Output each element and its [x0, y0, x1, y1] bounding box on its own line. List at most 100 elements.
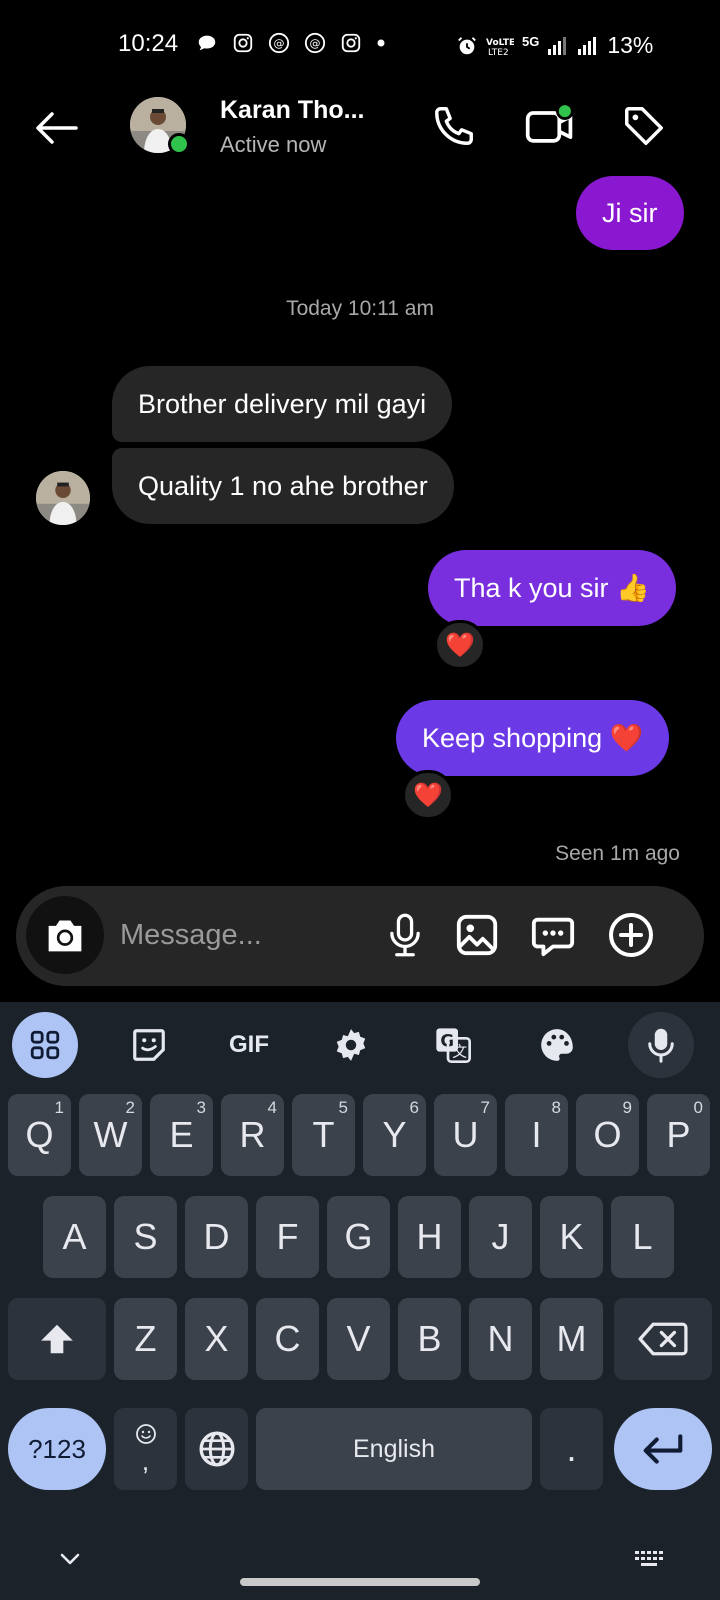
contact-avatar[interactable] — [130, 97, 190, 155]
battery-percent: 13% — [607, 32, 654, 58]
network-type: 5G — [522, 34, 540, 49]
volte-icon: VoLTELTE2 — [486, 38, 514, 57]
symbols-key[interactable]: ?123 — [8, 1408, 106, 1490]
heart-reaction[interactable]: ❤️ — [434, 620, 486, 670]
key-j[interactable]: J — [469, 1196, 532, 1278]
svg-text:VoLTE: VoLTE — [486, 38, 514, 48]
sticker-icon — [133, 1029, 165, 1061]
key-c[interactable]: C — [256, 1298, 319, 1380]
key-e[interactable]: E3 — [150, 1094, 213, 1176]
apps-grid-button[interactable] — [12, 1012, 78, 1078]
video-call-button[interactable] — [522, 98, 578, 154]
shift-arrow-icon — [41, 1324, 73, 1354]
threads-icon: @ — [268, 32, 290, 54]
backspace-icon — [638, 1322, 688, 1356]
key-w[interactable]: W2 — [79, 1094, 142, 1176]
chevron-down-icon — [60, 1553, 80, 1565]
more-options-button[interactable] — [604, 908, 658, 962]
key-m[interactable]: M — [540, 1298, 603, 1380]
settings-button[interactable] — [318, 1012, 384, 1078]
key-p[interactable]: P0 — [647, 1094, 710, 1176]
sticker-button[interactable] — [526, 908, 580, 962]
camera-button[interactable] — [26, 896, 104, 974]
language-key[interactable] — [185, 1408, 248, 1490]
conversation-timestamp: Today 10:11 am — [286, 297, 434, 320]
key-b[interactable]: B — [398, 1298, 461, 1380]
instagram-icon — [233, 33, 253, 53]
instagram-icon — [341, 33, 361, 53]
backspace-key[interactable] — [614, 1298, 712, 1380]
sticker-button[interactable] — [116, 1012, 182, 1078]
key-f[interactable]: F — [256, 1196, 319, 1278]
shift-key[interactable] — [8, 1298, 106, 1380]
key-g[interactable]: G — [327, 1196, 390, 1278]
gif-button[interactable]: GIF — [216, 1012, 282, 1078]
key-k[interactable]: K — [540, 1196, 603, 1278]
message-bubble-incoming[interactable]: Quality 1 no ahe brother — [112, 448, 454, 524]
tag-icon — [625, 107, 663, 145]
key-u[interactable]: U7 — [434, 1094, 497, 1176]
microphone-icon — [390, 913, 420, 957]
svg-text:文: 文 — [452, 1043, 467, 1061]
message-bubble-outgoing[interactable]: Ji sir — [576, 176, 684, 250]
voice-message-button[interactable] — [378, 908, 432, 962]
svg-text:@: @ — [274, 37, 285, 50]
svg-text:@: @ — [310, 37, 321, 50]
voice-call-button[interactable] — [426, 98, 482, 154]
key-v[interactable]: V — [327, 1298, 390, 1380]
space-key[interactable]: English — [256, 1408, 532, 1490]
alarm-icon — [458, 36, 476, 54]
palette-icon — [541, 1029, 573, 1061]
key-s[interactable]: S — [114, 1196, 177, 1278]
key-a[interactable]: A — [43, 1196, 106, 1278]
plus-circle-icon — [609, 913, 653, 957]
theme-button[interactable] — [524, 1012, 590, 1078]
hide-keyboard-button[interactable] — [50, 1544, 90, 1574]
apps-grid-icon — [30, 1030, 60, 1060]
message-bubble-outgoing[interactable]: Tha k you sir 👍 — [428, 550, 676, 626]
status-time: 10:24 — [118, 30, 179, 57]
dot-icon — [377, 39, 385, 47]
sender-avatar[interactable] — [36, 471, 90, 525]
gesture-nav-bar[interactable] — [240, 1578, 480, 1586]
contact-name[interactable]: Karan Tho... — [220, 96, 364, 125]
key-r[interactable]: R4 — [221, 1094, 284, 1176]
key-i[interactable]: I8 — [505, 1094, 568, 1176]
key-q[interactable]: Q1 — [8, 1094, 71, 1176]
key-o[interactable]: O9 — [576, 1094, 639, 1176]
system-icons: VoLTE LTE2 5G 13% — [456, 32, 653, 59]
message-input[interactable] — [120, 912, 360, 958]
phone-icon — [435, 107, 473, 145]
period-key[interactable]: . — [540, 1408, 603, 1490]
image-icon — [456, 914, 498, 956]
message-bubble-outgoing[interactable]: Keep shopping ❤️ — [396, 700, 670, 776]
translate-icon: G文 — [436, 1028, 471, 1063]
key-x[interactable]: X — [185, 1298, 248, 1380]
gallery-button[interactable] — [450, 908, 504, 962]
person-photo-icon — [36, 471, 90, 525]
key-n[interactable]: N — [469, 1298, 532, 1380]
key-d[interactable]: D — [185, 1196, 248, 1278]
emoji-comma-key[interactable]: , — [114, 1408, 177, 1490]
seen-indicator: Seen 1m ago — [555, 842, 680, 865]
globe-icon — [199, 1431, 234, 1467]
key-l[interactable]: L — [611, 1196, 674, 1278]
translate-button[interactable]: G文 — [420, 1012, 486, 1078]
voice-typing-button[interactable] — [628, 1012, 694, 1078]
heart-reaction[interactable]: ❤️ — [402, 770, 454, 820]
threads-icon: @ — [304, 32, 326, 54]
svg-text:LTE2: LTE2 — [488, 48, 509, 57]
keyboard-switch-button[interactable] — [630, 1546, 670, 1572]
chat-bubble-icon — [198, 35, 216, 51]
notification-icons: @ @ — [196, 32, 386, 54]
back-button[interactable] — [28, 100, 84, 156]
key-h[interactable]: H — [398, 1196, 461, 1278]
key-z[interactable]: Z — [114, 1298, 177, 1380]
message-bubble-incoming[interactable]: Brother delivery mil gayi — [112, 366, 453, 442]
chat-more-icon — [531, 917, 575, 957]
key-y[interactable]: Y6 — [363, 1094, 426, 1176]
settings-gear-icon — [336, 1029, 366, 1061]
tag-button[interactable] — [616, 98, 672, 154]
enter-key[interactable] — [614, 1408, 712, 1490]
key-t[interactable]: T5 — [292, 1094, 355, 1176]
